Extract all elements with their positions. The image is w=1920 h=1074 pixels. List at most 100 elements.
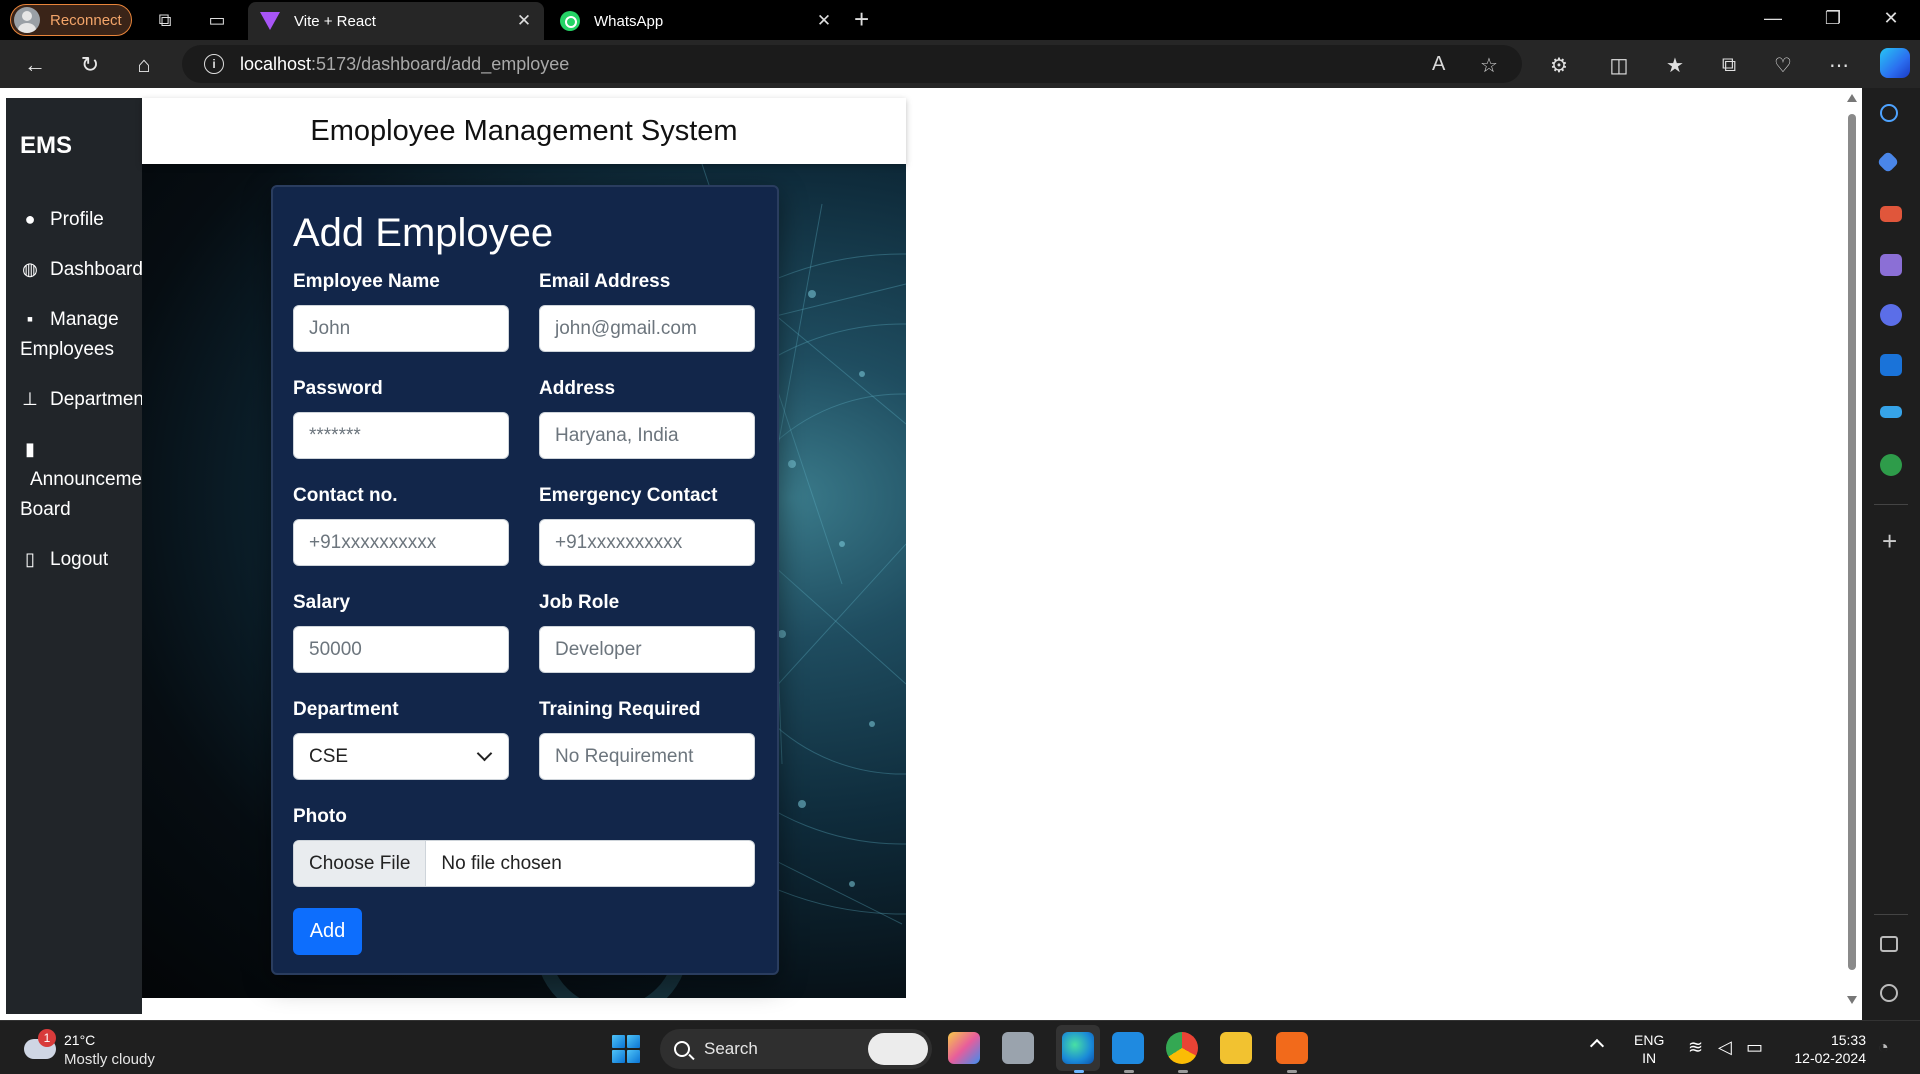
contact-input[interactable]: +91xxxxxxxxxx <box>293 519 509 566</box>
workspaces-icon[interactable]: ⧉ <box>154 9 176 31</box>
scroll-up-icon[interactable] <box>1847 94 1857 102</box>
add-icon[interactable]: + <box>1882 526 1897 557</box>
restore-icon[interactable]: ❐ <box>1818 8 1848 29</box>
profile-button[interactable]: Reconnect <box>10 4 132 36</box>
employee-name-input[interactable]: John <box>293 305 509 352</box>
vscode-icon[interactable] <box>1112 1032 1144 1064</box>
job-role-input[interactable]: Developer <box>539 626 755 673</box>
door-icon: ▯ <box>25 549 35 569</box>
minimize-icon[interactable]: — <box>1758 8 1788 29</box>
palette-icon: ◍ <box>22 259 38 279</box>
email-input[interactable]: john@gmail.com <box>539 305 755 352</box>
tab-whatsapp[interactable]: WhatsApp ✕ <box>548 2 844 40</box>
tree-icon[interactable] <box>1880 454 1902 476</box>
weather-widget[interactable]: 1 21°C Mostly cloudy <box>20 1029 220 1069</box>
scroll-down-icon[interactable] <box>1847 996 1857 1004</box>
close-window-icon[interactable]: ✕ <box>1876 8 1906 29</box>
close-icon[interactable]: ✕ <box>812 11 836 31</box>
favorites-icon[interactable]: ★ <box>1662 52 1688 78</box>
department-select[interactable]: CSE <box>293 733 509 780</box>
home-icon[interactable]: ⌂ <box>131 52 157 78</box>
refresh-icon[interactable]: ↻ <box>77 52 103 78</box>
task-view-icon[interactable] <box>1002 1032 1034 1064</box>
games-icon[interactable] <box>1880 254 1902 276</box>
system-clock[interactable]: 15:33 12-02-2024 <box>1780 1031 1866 1067</box>
password-label: Password <box>293 378 383 399</box>
copilot-icon[interactable] <box>1880 48 1910 78</box>
training-label: Training Required <box>539 699 701 720</box>
split-screen-icon[interactable]: ◫ <box>1606 52 1632 78</box>
tab-title: WhatsApp <box>594 12 664 30</box>
weather-temperature: 21°C <box>64 1032 96 1048</box>
extensions-icon[interactable]: ⚙ <box>1546 52 1572 78</box>
info-icon[interactable]: i <box>204 54 224 74</box>
xampp-icon[interactable] <box>1276 1032 1308 1064</box>
wifi-icon[interactable]: ≋ <box>1688 1037 1703 1058</box>
file-explorer-icon[interactable] <box>1220 1032 1252 1064</box>
favorite-star-icon[interactable]: ☆ <box>1480 53 1498 78</box>
browser-toolbar: ← ↻ ⌂ i localhost:5173/dashboard/add_emp… <box>0 40 1920 88</box>
emergency-contact-label: Emergency Contact <box>539 485 718 506</box>
volume-icon[interactable]: ◁ <box>1718 1037 1732 1058</box>
outlook-icon[interactable] <box>1880 354 1902 376</box>
people-icon: ▪ <box>26 309 34 329</box>
sidebar-item-departments[interactable]: ⊥ Departments <box>20 384 142 415</box>
sidebar-item-profile[interactable]: ● Profile <box>20 204 104 235</box>
address-input[interactable]: Haryana, India <box>539 412 755 459</box>
sidebar-toggle-icon[interactable] <box>1880 936 1898 952</box>
whatsapp-icon <box>560 11 580 31</box>
back-icon[interactable]: ← <box>22 52 48 78</box>
language-indicator[interactable]: ENG IN <box>1634 1031 1664 1067</box>
salary-input[interactable]: 50000 <box>293 626 509 673</box>
emergency-contact-input[interactable]: +91xxxxxxxxxx <box>539 519 755 566</box>
more-options-icon[interactable]: ⋯ <box>1826 52 1852 78</box>
close-icon[interactable]: ✕ <box>512 11 536 31</box>
employee-name-label: Employee Name <box>293 271 440 292</box>
page-header: Emoployee Management System <box>142 98 906 164</box>
sidebar-item-manage-employees[interactable]: ▪ Manage Employees <box>20 304 119 365</box>
department-selected-value: CSE <box>309 745 349 767</box>
choose-file-button[interactable]: Choose File <box>294 841 427 886</box>
performance-icon[interactable]: ♡ <box>1770 52 1796 78</box>
divider <box>1874 914 1908 915</box>
sidebar-item-label: Departments <box>50 389 142 410</box>
tab-vite-react[interactable]: Vite + React ✕ <box>248 2 544 40</box>
windows-start-icon[interactable] <box>612 1035 640 1063</box>
battery-icon[interactable]: ▭ <box>1746 1037 1763 1058</box>
copilot-preview-icon[interactable] <box>948 1032 980 1064</box>
sidebar-item-logout[interactable]: ▯ Logout <box>20 544 108 575</box>
collections-icon[interactable]: ⧉ <box>1716 52 1742 78</box>
sidebar-item-announcement-board[interactable]: ▮ Announcement Board <box>20 434 142 525</box>
sidebar-item-label: Employees <box>20 339 114 360</box>
search-highlight-icon <box>868 1033 928 1065</box>
contact-label: Contact no. <box>293 485 398 506</box>
search-icon[interactable] <box>1880 104 1898 122</box>
edge-browser-icon[interactable] <box>1062 1032 1094 1064</box>
chevron-up-icon[interactable] <box>1589 1038 1605 1054</box>
address-bar[interactable]: i localhost:5173/dashboard/add_employee … <box>182 45 1522 83</box>
tab-actions-icon[interactable]: ▭ <box>206 9 228 31</box>
sidebar-item-label: Dashboard <box>50 259 142 280</box>
settings-gear-icon[interactable] <box>1880 984 1898 1002</box>
search-label: Search <box>704 1039 758 1058</box>
shopping-tag-icon[interactable] <box>1876 150 1900 174</box>
read-aloud-icon[interactable]: A <box>1432 53 1445 76</box>
tools-icon[interactable] <box>1880 206 1902 222</box>
photo-file-input[interactable]: Choose File No file chosen <box>293 840 755 887</box>
new-tab-icon[interactable]: + <box>854 4 869 35</box>
copilot-app-icon[interactable] <box>1880 304 1902 326</box>
training-input[interactable]: No Requirement <box>539 733 755 780</box>
sidebar-item-dashboard[interactable]: ◍ Dashboard <box>20 254 142 285</box>
taskbar-search[interactable]: Search <box>660 1029 932 1069</box>
chrome-icon[interactable] <box>1166 1032 1198 1064</box>
scroll-thumb[interactable] <box>1848 114 1856 970</box>
send-icon[interactable] <box>1880 406 1902 418</box>
notification-bell-icon[interactable]: ◔ <box>1878 1037 1889 1058</box>
browser-tab-strip: Reconnect ⧉ ▭ Vite + React ✕ WhatsApp ✕ … <box>0 0 1920 40</box>
url-text[interactable]: localhost:5173/dashboard/add_employee <box>240 54 569 75</box>
vite-icon <box>260 11 280 31</box>
diagram-icon: ⊥ <box>22 389 38 409</box>
page-scrollbar[interactable] <box>1842 88 1862 1014</box>
password-input[interactable]: ******* <box>293 412 509 459</box>
add-button[interactable]: Add <box>293 908 362 955</box>
